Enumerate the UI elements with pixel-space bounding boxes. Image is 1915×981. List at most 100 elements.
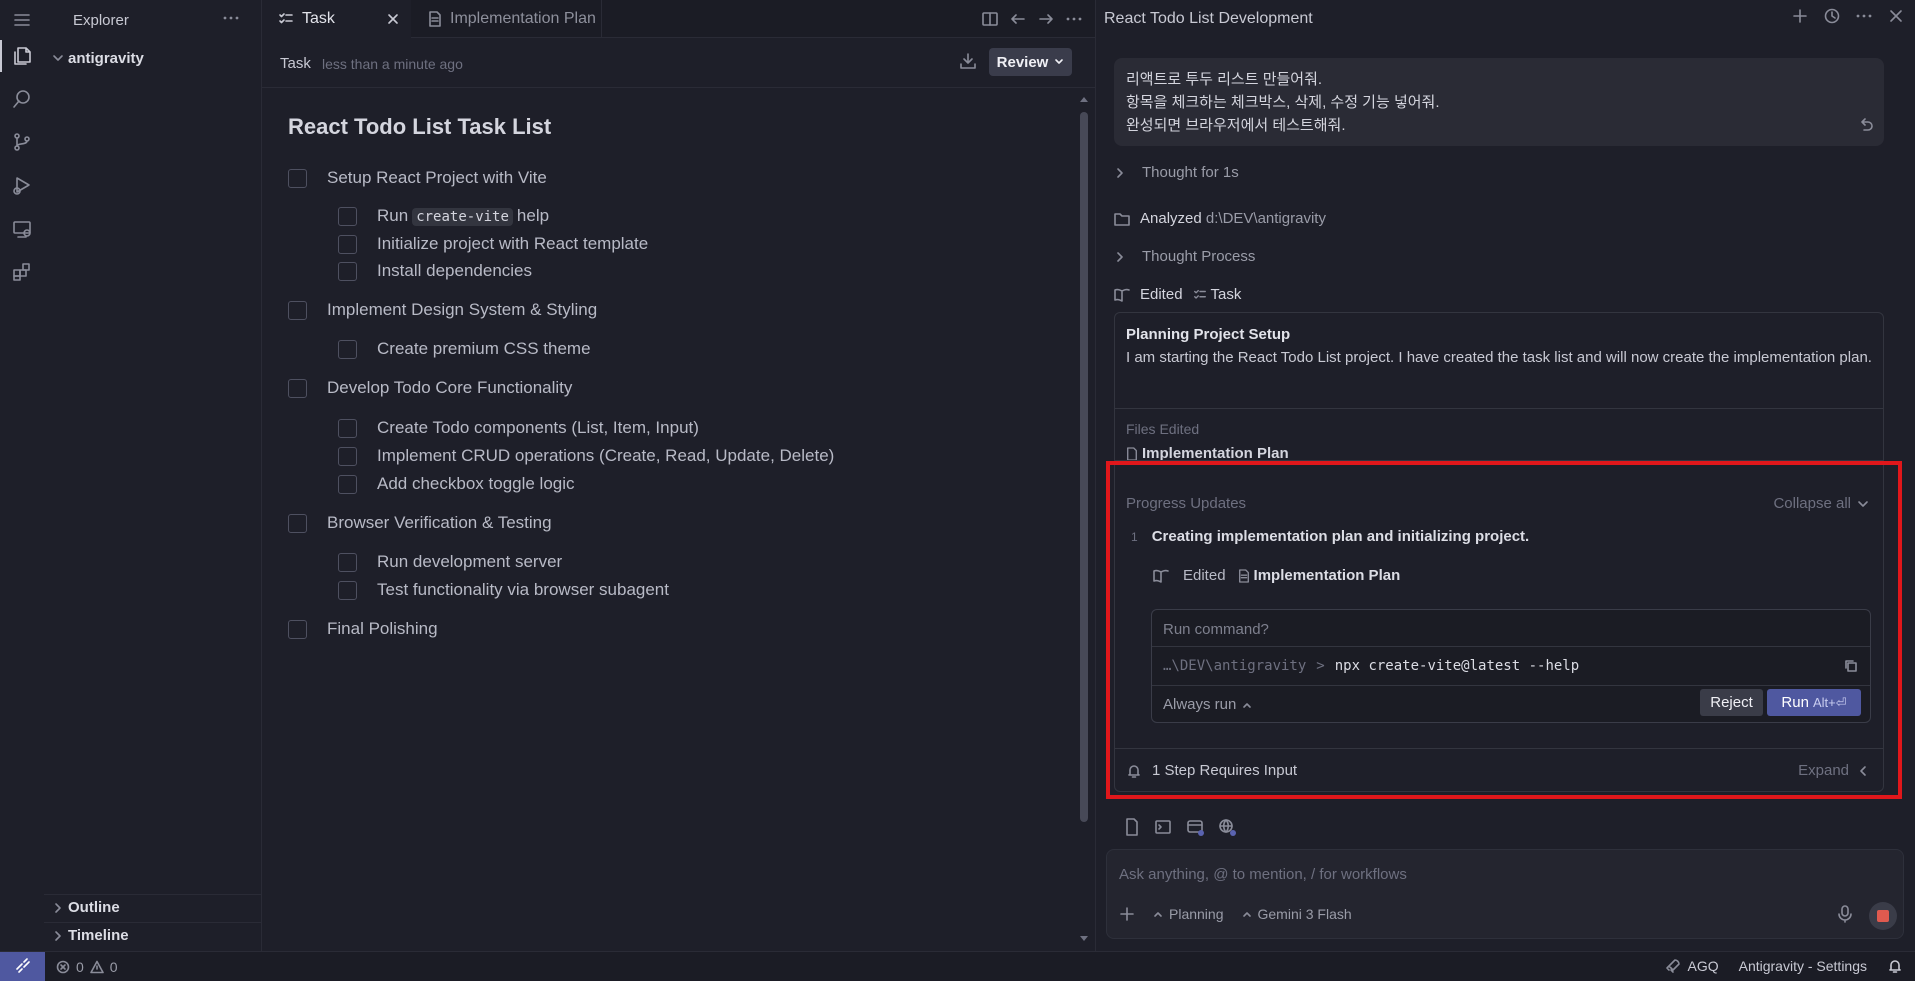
files-edited-label: Files Edited	[1126, 421, 1200, 437]
task-checkbox[interactable]	[288, 619, 307, 639]
task-text: Run create-vite help	[377, 206, 549, 226]
split-editor-icon[interactable]	[981, 10, 999, 28]
run-debug-icon[interactable]	[0, 165, 44, 205]
user-message: 리액트로 투두 리스트 만들어줘. 항목을 체크하는 체크박스, 삭제, 수정 …	[1114, 58, 1884, 146]
tab-task[interactable]: Task	[262, 0, 411, 38]
section-label: Outline	[68, 899, 120, 916]
checklist-icon	[278, 11, 294, 27]
scroll-down-icon[interactable]	[1078, 934, 1090, 944]
task-text: Install dependencies	[377, 261, 533, 280]
more-actions-icon[interactable]	[1065, 10, 1083, 28]
task-text-part: help	[516, 206, 550, 225]
model-dropdown[interactable]: Gemini 3 Flash	[1242, 906, 1352, 922]
thought-process-step[interactable]: Thought Process	[1114, 248, 1255, 265]
thought-label: Thought for 1s	[1142, 164, 1239, 181]
remote-indicator[interactable]	[0, 952, 45, 981]
source-control-icon[interactable]	[0, 122, 44, 162]
task-item: Create premium CSS theme	[338, 339, 591, 359]
problems-indicator[interactable]: 0 0	[56, 959, 118, 975]
globe-icon[interactable]	[1218, 818, 1236, 836]
activity-bar	[0, 0, 44, 951]
stop-button[interactable]	[1869, 902, 1897, 930]
editor-scrollbar[interactable]	[1078, 94, 1090, 944]
context-tools	[1124, 818, 1236, 836]
section-outline[interactable]: Outline	[44, 894, 262, 920]
bell-icon[interactable]	[1887, 958, 1903, 974]
arrow-left-icon[interactable]	[1009, 10, 1027, 28]
task-text: Add checkbox toggle logic	[377, 474, 575, 493]
task-checkbox[interactable]	[288, 300, 307, 320]
edited-label: Edited	[1140, 286, 1183, 303]
task-checkbox[interactable]	[338, 339, 357, 359]
scrollbar-thumb[interactable]	[1080, 112, 1088, 822]
microphone-icon[interactable]	[1837, 905, 1853, 923]
plus-icon[interactable]	[1119, 906, 1135, 922]
search-icon[interactable]	[0, 79, 44, 119]
review-button[interactable]: Review	[989, 48, 1072, 76]
editor-actions	[981, 0, 1095, 38]
agent-header-actions	[1791, 7, 1905, 25]
task-checkbox[interactable]	[288, 168, 307, 188]
section-timeline[interactable]: Timeline	[44, 922, 262, 948]
tab-label: Implementation Plan	[450, 10, 596, 27]
folder-root[interactable]: antigravity	[44, 45, 262, 71]
settings-link[interactable]: Antigravity - Settings	[1739, 958, 1867, 974]
explorer-icon[interactable]	[0, 36, 44, 76]
section-label: Timeline	[68, 927, 129, 944]
task-checkbox[interactable]	[338, 552, 357, 572]
more-actions-icon[interactable]	[222, 9, 240, 27]
folder-name: antigravity	[68, 49, 144, 67]
mode-label: Planning	[1169, 906, 1224, 922]
task-checkbox[interactable]	[338, 206, 357, 226]
status-bar: 0 0 AGQ Antigravity - Settings	[0, 951, 1915, 981]
task-checkbox[interactable]	[338, 418, 357, 438]
task-checkbox[interactable]	[288, 378, 307, 398]
download-icon[interactable]	[959, 52, 977, 70]
chat-input[interactable]	[1119, 862, 1819, 886]
task-checkbox[interactable]	[338, 234, 357, 254]
editor-area: Task Implementation Plan Task less than …	[262, 0, 1095, 951]
task-text: Develop Todo Core Functionality	[327, 378, 573, 397]
task-text: Browser Verification & Testing	[327, 513, 552, 532]
file-icon[interactable]	[1124, 818, 1140, 836]
history-icon[interactable]	[1823, 7, 1841, 25]
more-actions-icon[interactable]	[1855, 7, 1873, 25]
task-item: Install dependencies	[338, 261, 532, 281]
task-item: Test functionality via browser subagent	[338, 580, 669, 600]
tab-implementation-plan[interactable]: Implementation Plan	[412, 0, 602, 38]
remote-explorer-icon[interactable]	[0, 209, 44, 249]
terminal-icon[interactable]	[1154, 818, 1172, 836]
task-checkbox[interactable]	[338, 474, 357, 494]
task-checkbox[interactable]	[338, 580, 357, 600]
chevron-down-icon	[1054, 57, 1064, 67]
browser-icon[interactable]	[1186, 818, 1204, 836]
chevron-right-icon	[44, 902, 68, 914]
menu-icon[interactable]	[0, 0, 44, 40]
error-icon	[56, 960, 70, 974]
checklist-icon	[1193, 289, 1206, 299]
close-icon[interactable]	[1887, 7, 1905, 25]
remote-icon	[15, 957, 30, 973]
undo-icon[interactable]	[1858, 116, 1874, 132]
close-icon[interactable]	[386, 12, 400, 26]
extensions-icon[interactable]	[0, 252, 44, 292]
analyzed-path[interactable]: d:\DEV\antigravity	[1206, 210, 1326, 227]
task-checkbox[interactable]	[338, 261, 357, 281]
agq-indicator[interactable]: AGQ	[1665, 958, 1719, 974]
user-message-line: 완성되면 브라우저에서 테스트해줘.	[1126, 117, 1346, 134]
warning-count: 0	[109, 959, 118, 975]
edited-file-link[interactable]: Task	[1193, 286, 1241, 303]
files-edited-item[interactable]: Implementation Plan	[1126, 445, 1289, 460]
task-item: Browser Verification & Testing	[288, 513, 552, 533]
card-summary: Planning Project Setup I am starting the…	[1115, 313, 1883, 409]
task-text: Implement CRUD operations (Create, Read,…	[377, 446, 835, 465]
warning-icon	[89, 960, 104, 974]
mode-dropdown[interactable]: Planning	[1153, 906, 1224, 922]
task-checkbox[interactable]	[338, 446, 357, 466]
explorer-sidebar: Explorer antigravity Outline Timeline	[44, 0, 262, 951]
thought-step[interactable]: Thought for 1s	[1114, 164, 1239, 181]
plus-icon[interactable]	[1791, 7, 1809, 25]
task-checkbox[interactable]	[288, 513, 307, 533]
arrow-right-icon[interactable]	[1037, 10, 1055, 28]
scroll-up-icon[interactable]	[1078, 94, 1090, 104]
